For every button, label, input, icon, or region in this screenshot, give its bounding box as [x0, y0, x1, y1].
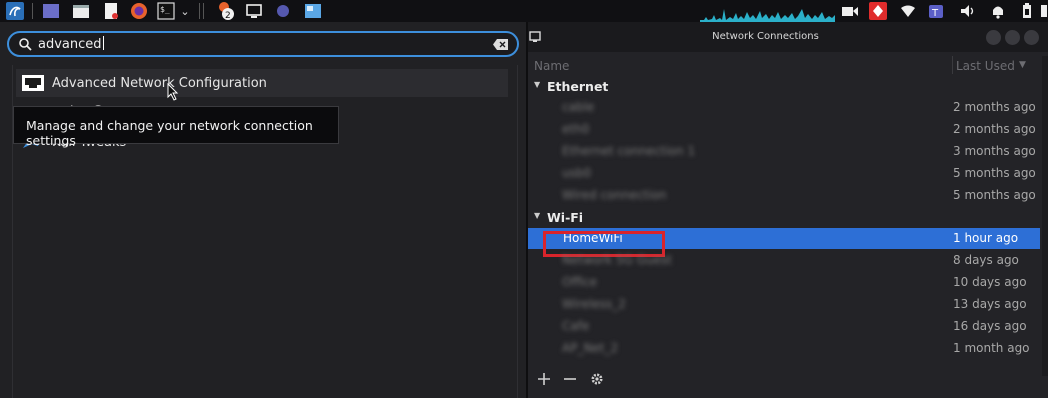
anydesk-icon[interactable]: [867, 1, 889, 21]
connection-row[interactable]: Cafe 16 days ago: [528, 316, 1040, 337]
result-label: Advanced Network Configuration: [52, 75, 267, 91]
add-button[interactable]: [532, 367, 556, 391]
cpu-graph-icon: [700, 9, 835, 22]
column-header: Name Last Used ▼: [528, 56, 1040, 76]
volume-icon[interactable]: [958, 1, 978, 21]
title-bar: Network Connections: [528, 22, 1048, 52]
network-connections-window: Network Connections Name Last Used ▼ ▼ E…: [528, 22, 1048, 398]
connection-row-homewifi[interactable]: HomeWiFi 1 hour ago: [528, 228, 1040, 257]
app-group-icon[interactable]: 2: [214, 1, 238, 21]
minus-icon: [564, 378, 576, 380]
col-name[interactable]: Name: [534, 59, 569, 73]
firefox-icon[interactable]: [128, 1, 150, 21]
section-ethernet[interactable]: ▼ Ethernet: [528, 76, 1040, 96]
remove-button[interactable]: [558, 367, 582, 391]
connection-row[interactable]: Network 5G Guest 8 days ago: [528, 250, 1040, 271]
teams-tray-icon[interactable]: T: [926, 1, 948, 21]
svg-text:$_: $_: [160, 5, 170, 14]
gear-icon: [591, 373, 603, 385]
clear-icon[interactable]: [493, 39, 508, 50]
extra-icon[interactable]: [1040, 1, 1048, 21]
chevron-down-icon[interactable]: ⌄: [178, 1, 192, 21]
app-menu: advanced Advanced Network Configuration …: [0, 22, 528, 398]
connection-row[interactable]: Ethernet connection 13 months ago: [528, 141, 1040, 162]
connection-row[interactable]: usb0 5 months ago: [528, 163, 1040, 184]
teams-icon[interactable]: [272, 1, 294, 21]
scrollbar[interactable]: [1042, 56, 1048, 376]
result-advanced-network-configuration[interactable]: Advanced Network Configuration: [16, 69, 508, 97]
files-icon[interactable]: [70, 1, 92, 21]
expand-arrow-icon: ▼: [534, 80, 541, 89]
plus-icon: [538, 373, 550, 385]
expand-arrow-icon: ▼: [534, 211, 541, 220]
sort-arrow-icon: ▼: [1019, 60, 1026, 70]
connection-row[interactable]: AP_Net_2 1 month ago: [528, 338, 1040, 359]
section-wifi[interactable]: ▼ Wi-Fi: [528, 207, 1040, 227]
settings-button[interactable]: [585, 367, 609, 391]
search-box[interactable]: advanced: [7, 31, 519, 57]
search-icon: [19, 38, 32, 51]
col-last-used[interactable]: Last Used: [956, 59, 1015, 73]
minimize-button[interactable]: [986, 30, 1001, 45]
tooltip: Manage and change your network connectio…: [13, 106, 339, 148]
taskbar: $_ ⌄ 2 T: [0, 0, 1048, 22]
window-icon[interactable]: [302, 1, 324, 21]
battery-icon[interactable]: [1018, 1, 1036, 21]
bell-icon[interactable]: [988, 1, 1008, 21]
bottom-toolbar: [528, 362, 1048, 398]
camera-icon[interactable]: [840, 1, 860, 21]
connection-row[interactable]: Wireless_2 13 days ago: [528, 294, 1040, 315]
window-title: Network Connections: [712, 31, 819, 42]
connection-row[interactable]: eth0 2 months ago: [528, 119, 1040, 140]
svg-text:2: 2: [225, 11, 231, 21]
workspace-icon[interactable]: [40, 1, 62, 21]
terminal-icon[interactable]: $_: [156, 1, 176, 21]
screen-icon[interactable]: [244, 1, 264, 21]
network-icon: [20, 73, 46, 93]
text-editor-icon[interactable]: [100, 1, 122, 21]
search-input[interactable]: advanced: [38, 36, 104, 52]
connection-row[interactable]: cable 2 months ago: [528, 97, 1040, 118]
kali-menu-icon[interactable]: [3, 1, 27, 21]
maximize-button[interactable]: [1005, 30, 1020, 45]
close-button[interactable]: [1024, 30, 1039, 45]
wifi-icon[interactable]: [898, 1, 918, 21]
svg-text:T: T: [931, 8, 939, 19]
connection-row[interactable]: Wired connection 5 months ago: [528, 185, 1040, 206]
connection-row[interactable]: Office 10 days ago: [528, 272, 1040, 293]
